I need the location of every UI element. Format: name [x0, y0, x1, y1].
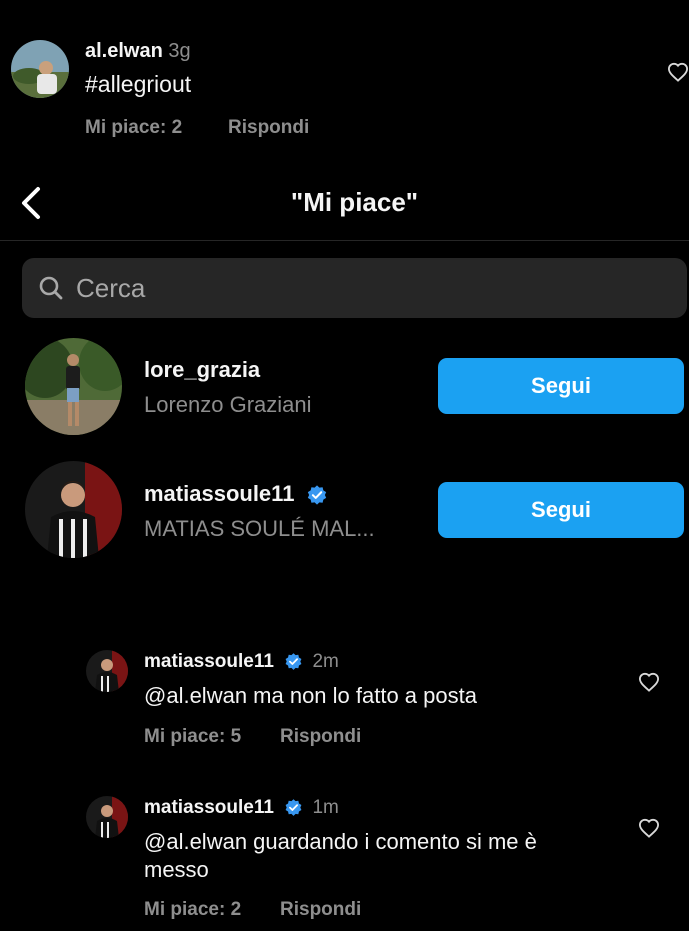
reply-likes-count[interactable]: Mi piace: 2 — [144, 899, 241, 921]
page-title: "Mi piace" — [290, 187, 419, 217]
comment-text: #allegriout — [85, 71, 192, 97]
comment-header: al.elwan 3g — [85, 40, 191, 63]
reply-header: matiassoule11 1m — [144, 797, 339, 819]
reply-time: 1m — [312, 797, 339, 818]
reply-button[interactable]: Rispondi — [228, 117, 309, 139]
reply-button[interactable]: Rispondi — [280, 726, 361, 748]
reply-text: @al.elwan ma non lo fatto a posta — [144, 683, 477, 708]
reply-username[interactable]: matiassoule11 — [144, 797, 274, 818]
reply-time: 2m — [312, 651, 339, 672]
comment-username[interactable]: al.elwan — [85, 40, 163, 62]
avatar[interactable] — [86, 650, 128, 692]
liker-username[interactable]: matiassoule11 — [144, 481, 294, 506]
liker-fullname: MATIAS SOULÉ MAL... — [144, 516, 375, 541]
search-input[interactable]: Cerca — [76, 273, 145, 304]
header-divider — [0, 240, 689, 241]
comment-time: 3g — [168, 40, 191, 62]
reply-text-line1: @al.elwan guardando i comento si me è — [144, 829, 537, 854]
avatar[interactable] — [25, 461, 122, 558]
search-icon — [39, 276, 63, 300]
liker-username[interactable]: lore_grazia — [144, 357, 260, 383]
avatar[interactable] — [25, 338, 122, 435]
reply-button[interactable]: Rispondi — [280, 899, 361, 921]
reply-username[interactable]: matiassoule11 — [144, 651, 274, 672]
heart-icon[interactable] — [638, 818, 660, 838]
liker-fullname: Lorenzo Graziani — [144, 392, 312, 417]
heart-icon[interactable] — [667, 62, 689, 82]
verified-badge-icon — [307, 485, 326, 505]
heart-icon[interactable] — [638, 672, 660, 692]
follow-button[interactable]: Segui — [438, 482, 684, 538]
search-bar[interactable]: Cerca — [22, 258, 687, 318]
avatar[interactable] — [11, 40, 69, 98]
reply-header: matiassoule11 2m — [144, 651, 339, 673]
liker-name-row: matiassoule11 — [144, 481, 328, 507]
follow-button[interactable]: Segui — [438, 358, 684, 414]
reply-likes-count[interactable]: Mi piace: 5 — [144, 726, 241, 748]
comment-likes-count[interactable]: Mi piace: 2 — [85, 117, 182, 139]
verified-badge-icon — [285, 653, 302, 671]
avatar[interactable] — [86, 796, 128, 838]
reply-text-line2: messo — [144, 857, 209, 882]
verified-badge-icon — [285, 799, 302, 817]
